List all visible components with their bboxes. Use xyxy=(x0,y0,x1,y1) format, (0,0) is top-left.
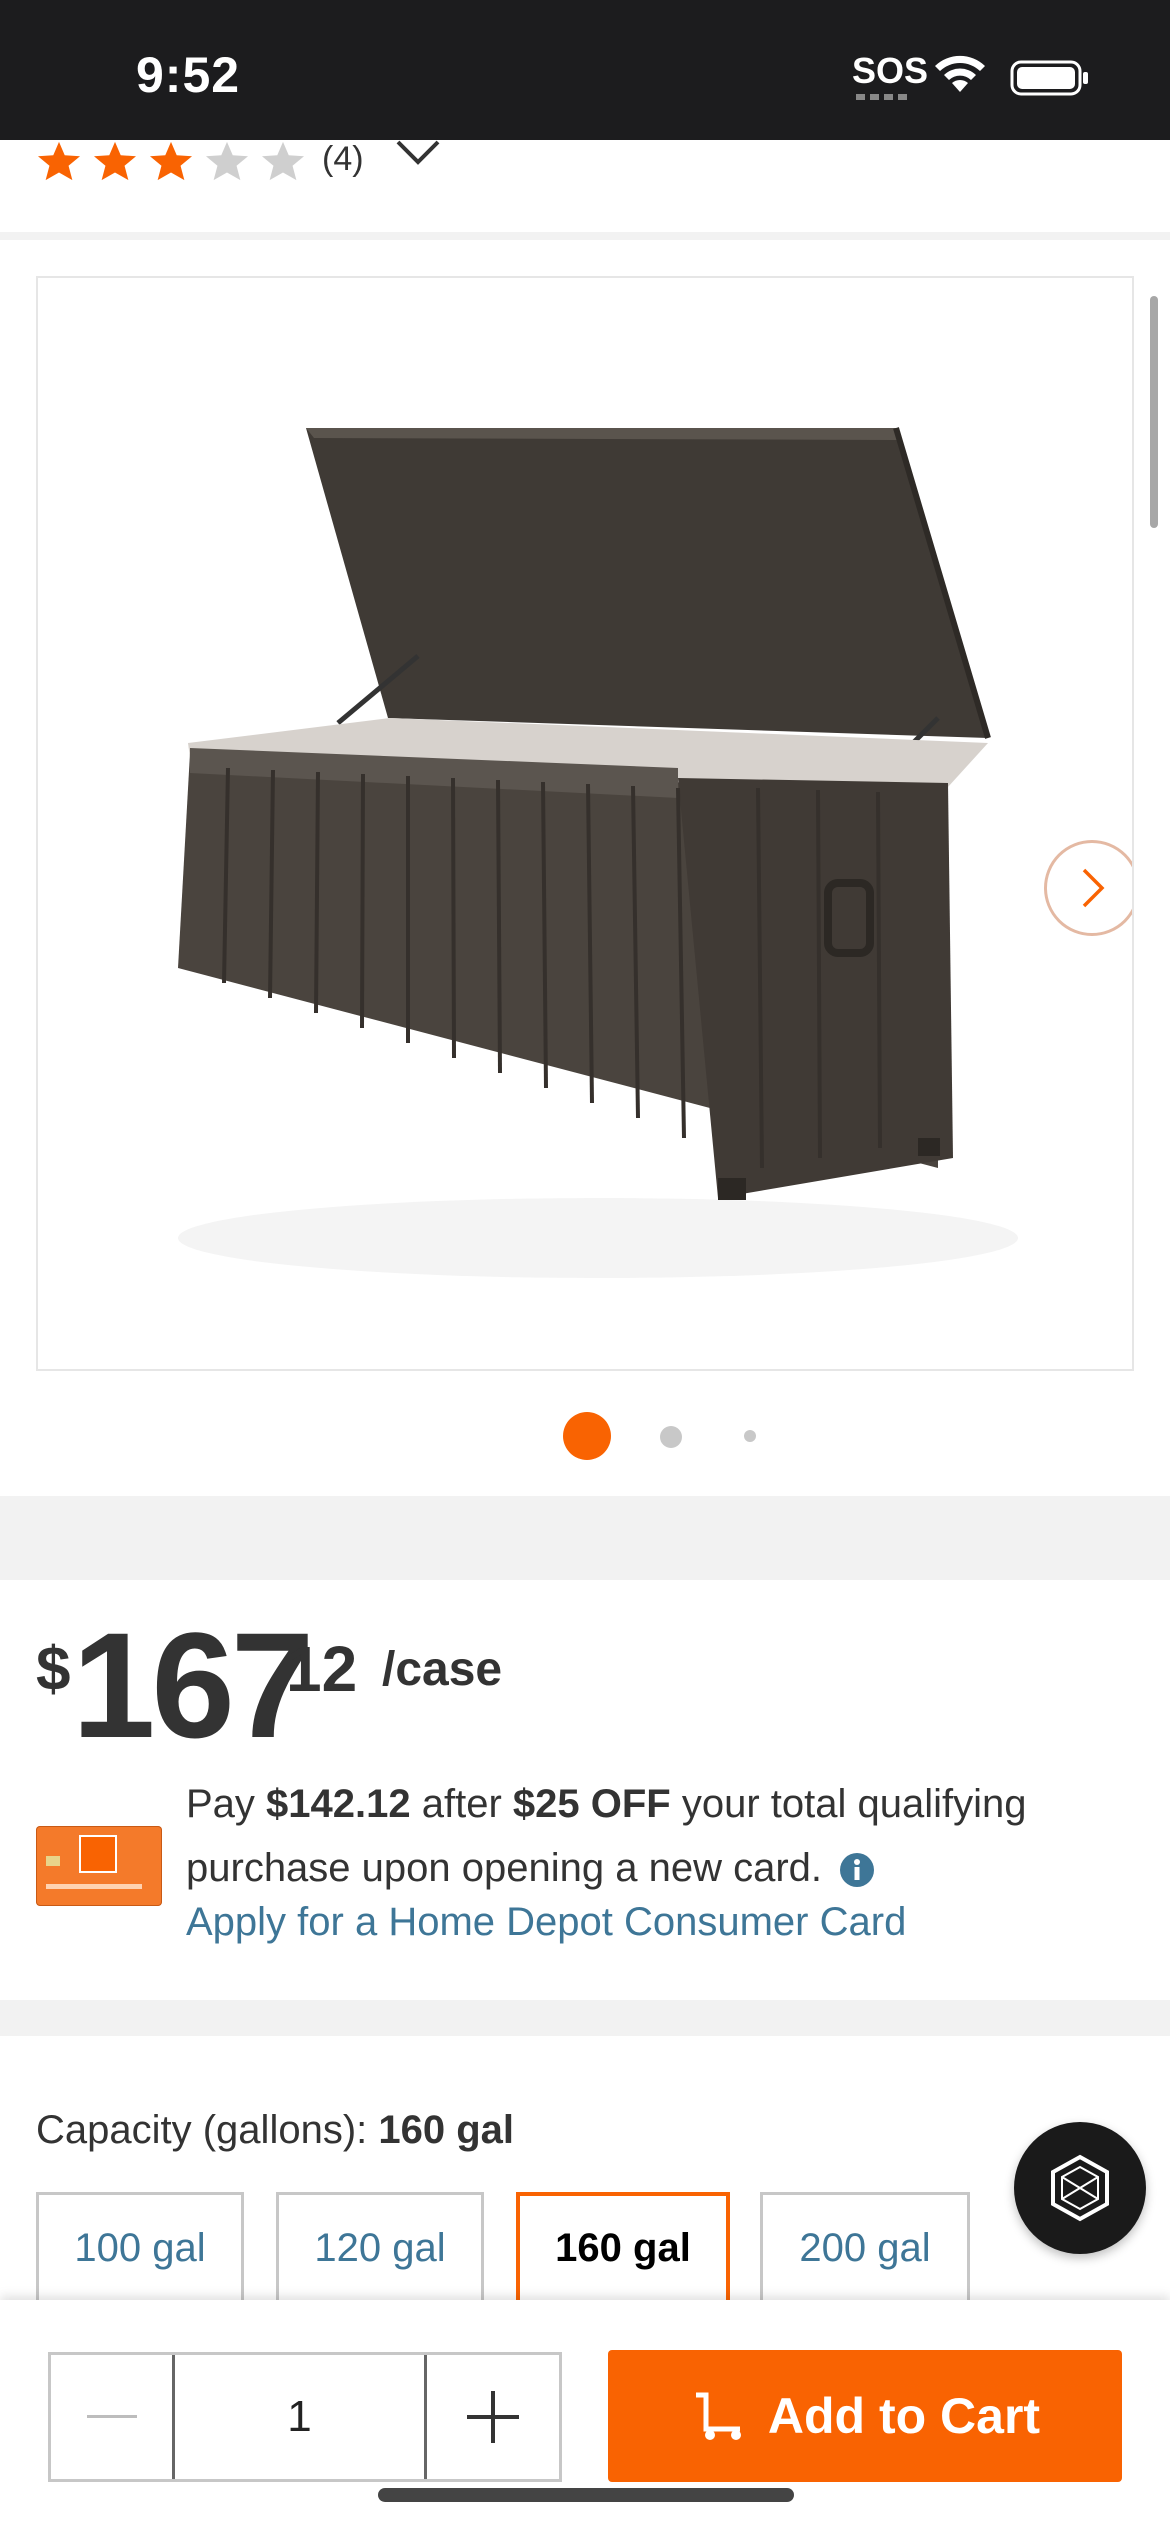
sos-indicator: SOS xyxy=(852,50,929,91)
capacity-option-100[interactable]: 100 gal xyxy=(36,2192,244,2304)
star-filled-icon xyxy=(94,141,136,181)
star-filled-icon xyxy=(38,141,80,181)
info-icon[interactable] xyxy=(839,1852,875,1888)
star-empty-icon xyxy=(262,141,304,181)
offer-amount: $142.12 xyxy=(266,1782,411,1826)
add-to-cart-button[interactable]: Add to Cart xyxy=(608,2350,1122,2482)
image-gallery[interactable] xyxy=(0,240,1170,1496)
pagination-dot[interactable] xyxy=(660,1426,682,1448)
gallery-pagination[interactable] xyxy=(0,1410,1170,1462)
review-count[interactable]: (4) xyxy=(322,140,364,179)
chevron-right-icon xyxy=(1082,868,1105,908)
next-image-button[interactable] xyxy=(1044,840,1132,936)
offer-discount: $25 OFF xyxy=(512,1782,671,1826)
capacity-option-120[interactable]: 120 gal xyxy=(276,2192,484,2304)
price-cents: 12 xyxy=(286,1633,358,1705)
battery-icon xyxy=(1010,60,1088,96)
hand-truck-icon xyxy=(695,2392,741,2440)
capacity-selected-value: 160 gal xyxy=(378,2108,515,2152)
apply-card-link[interactable]: Apply for a Home Depot Consumer Card xyxy=(186,1900,906,1945)
increase-quantity-button[interactable] xyxy=(427,2355,559,2479)
credit-card-icon xyxy=(36,1826,162,1906)
price-currency: $ xyxy=(36,1635,71,1704)
offer-pay: Pay xyxy=(186,1782,267,1826)
pagination-dot[interactable] xyxy=(744,1430,756,1442)
decrease-quantity-button[interactable] xyxy=(51,2355,175,2479)
quantity-stepper xyxy=(48,2352,562,2482)
signal-dots-icon xyxy=(856,94,912,100)
add-to-cart-label: Add to Cart xyxy=(767,2388,1041,2444)
section-divider xyxy=(0,2000,1170,2036)
hexagon-logo-icon xyxy=(1051,2154,1109,2222)
plus-icon xyxy=(467,2391,519,2443)
product-image[interactable] xyxy=(38,278,1132,1369)
quantity-input[interactable] xyxy=(175,2355,427,2479)
status-time: 9:52 xyxy=(136,47,241,103)
star-filled-icon xyxy=(150,141,192,181)
star-empty-icon xyxy=(206,141,248,181)
capacity-option-160[interactable]: 160 gal xyxy=(516,2192,730,2304)
minus-icon xyxy=(86,2415,137,2418)
section-divider xyxy=(0,1496,1170,1580)
scrollbar[interactable] xyxy=(1150,296,1158,528)
card-offer-text: Pay $142.12 after $25 OFF your total qua… xyxy=(186,1772,1146,1900)
chevron-down-icon[interactable] xyxy=(388,130,448,174)
wifi-icon xyxy=(935,55,985,92)
product-image-frame[interactable] xyxy=(36,276,1134,1371)
home-indicator[interactable] xyxy=(378,2488,794,2502)
pagination-dot-active[interactable] xyxy=(563,1412,611,1460)
capacity-section: Capacity (gallons): 160 gal 100 gal 120 … xyxy=(0,2036,1170,2304)
capacity-label: Capacity (gallons): 160 gal xyxy=(36,2108,514,2153)
section-divider xyxy=(0,232,1170,240)
price-unit: /case xyxy=(382,1643,503,1696)
capacity-option-200[interactable]: 200 gal xyxy=(760,2192,970,2304)
star-rating xyxy=(36,140,306,182)
status-bar: 9:52 SOS xyxy=(0,0,1170,140)
offer-after: after xyxy=(410,1782,513,1826)
chat-assistant-button[interactable] xyxy=(1014,2122,1146,2254)
price-whole: 167 xyxy=(72,1601,314,1769)
price-section: $ 167 12 /case Pay $142.12 after $25 OFF… xyxy=(0,1580,1170,2000)
capacity-label-text: Capacity (gallons): xyxy=(36,2108,379,2152)
rating-row[interactable]: (4) xyxy=(36,140,1136,186)
add-to-cart-bar: Add to Cart xyxy=(0,2300,1170,2532)
